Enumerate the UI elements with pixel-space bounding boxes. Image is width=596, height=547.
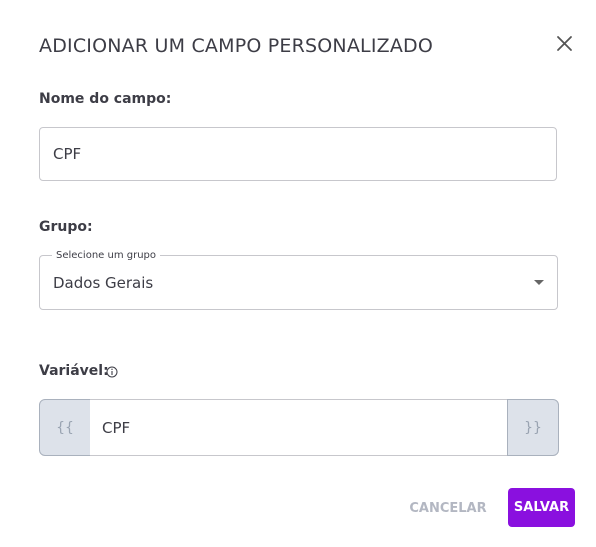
field-name-input[interactable] bbox=[40, 128, 556, 180]
variable-input[interactable] bbox=[90, 400, 508, 455]
close-icon bbox=[557, 36, 572, 51]
variable-suffix-addon: }} bbox=[507, 399, 559, 456]
caret-down-icon bbox=[534, 280, 544, 285]
field-name-input-box[interactable] bbox=[39, 127, 557, 181]
variable-prefix-addon: {{ bbox=[39, 399, 91, 456]
dialog-title: ADICIONAR UM CAMPO PERSONALIZADO bbox=[39, 35, 434, 57]
group-label: Grupo: bbox=[39, 219, 93, 235]
save-button[interactable]: SALVAR bbox=[508, 488, 575, 527]
cancel-button[interactable]: CANCELAR bbox=[405, 489, 491, 527]
field-name-label: Nome do campo: bbox=[39, 91, 172, 107]
variable-label: Variável: bbox=[39, 363, 109, 379]
group-select-legend: Selecione um grupo bbox=[52, 250, 161, 261]
variable-input-box[interactable] bbox=[90, 399, 508, 456]
variable-input-group: {{ }} bbox=[39, 399, 559, 456]
group-select-value: Dados Gerais bbox=[53, 274, 154, 292]
info-icon[interactable] bbox=[106, 366, 118, 378]
group-select[interactable]: Selecione um grupo Dados Gerais bbox=[39, 250, 558, 310]
close-button[interactable] bbox=[553, 32, 577, 56]
custom-field-dialog: ADICIONAR UM CAMPO PERSONALIZADO Nome do… bbox=[0, 0, 596, 547]
